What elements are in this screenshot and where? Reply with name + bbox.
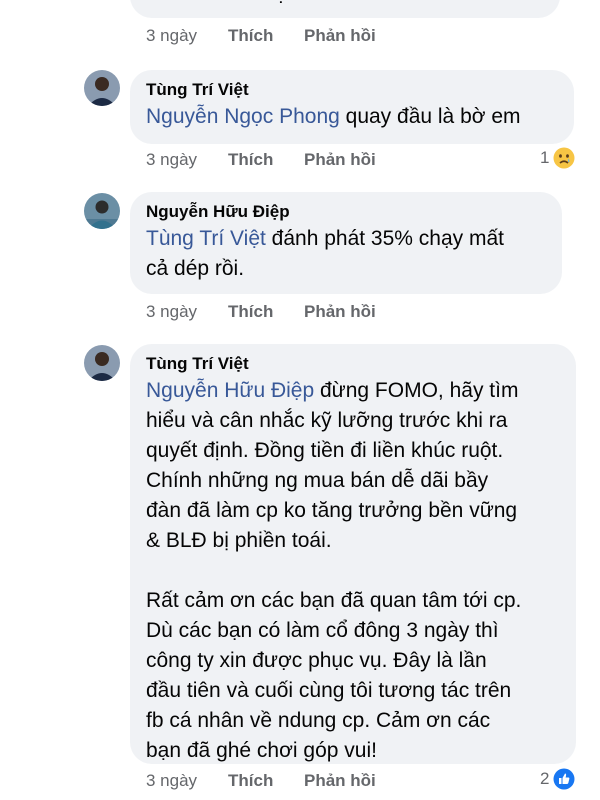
reply-button[interactable]: Phản hồi xyxy=(304,302,376,322)
comment-actions: 3 ngày Thích Phản hồi xyxy=(146,302,376,322)
like-button[interactable]: Thích xyxy=(228,771,304,791)
reply-button[interactable]: Phản hồi xyxy=(304,771,376,791)
avatar[interactable] xyxy=(84,345,120,381)
comment-bubble: em về bờ với ạ xyxy=(130,0,560,18)
sad-emoji-icon xyxy=(553,147,575,169)
like-reaction-icon xyxy=(553,768,575,790)
comment-actions: 3 ngày Thích Phản hồi xyxy=(146,771,376,791)
reaction-summary[interactable]: 2 xyxy=(540,768,575,790)
like-button[interactable]: Thích xyxy=(228,302,304,322)
timestamp[interactable]: 3 ngày xyxy=(146,302,228,322)
reaction-count: 2 xyxy=(540,769,550,788)
timestamp[interactable]: 3 ngày xyxy=(146,150,228,170)
comment-author[interactable]: Tùng Trí Việt xyxy=(146,354,560,374)
comment-bubble: Tùng Trí Việt Nguyễn Ngọc Phong quay đầu… xyxy=(130,70,574,144)
comment-bubble: Tùng Trí Việt Nguyễn Hữu Điệp đừng FOMO,… xyxy=(130,344,576,764)
reply-button[interactable]: Phản hồi xyxy=(304,150,376,170)
mention-link[interactable]: Nguyễn Ngọc Phong xyxy=(146,105,340,128)
like-button[interactable]: Thích xyxy=(228,26,304,46)
avatar[interactable] xyxy=(84,70,120,106)
comment-text: Tùng Trí Việt đánh phát 35% chạy mất cả … xyxy=(146,227,505,280)
reply-button[interactable]: Phản hồi xyxy=(304,26,376,46)
comment-text: Nguyễn Hữu Điệp đừng FOMO, hãy tìm hiểu … xyxy=(146,379,522,762)
like-button[interactable]: Thích xyxy=(228,150,304,170)
comment-actions: 3 ngày Thích Phản hồi xyxy=(146,150,376,170)
comment-text: Nguyễn Ngọc Phong quay đầu là bờ em xyxy=(146,105,521,128)
comment-bubble: Nguyễn Hữu Điệp Tùng Trí Việt đánh phát … xyxy=(130,192,562,294)
reaction-summary[interactable]: 1 xyxy=(540,147,575,169)
comment-author[interactable]: Nguyễn Hữu Điệp xyxy=(146,202,546,222)
timestamp[interactable]: 3 ngày xyxy=(146,26,228,46)
timestamp[interactable]: 3 ngày xyxy=(146,771,228,791)
comment-actions: 3 ngày Thích Phản hồi xyxy=(146,26,376,46)
mention-link[interactable]: Tùng Trí Việt xyxy=(146,227,266,250)
avatar[interactable] xyxy=(84,193,120,229)
comment-author[interactable]: Tùng Trí Việt xyxy=(146,80,558,100)
comment-text: em về bờ với ạ xyxy=(146,0,544,12)
reaction-count: 1 xyxy=(540,148,550,167)
mention-link[interactable]: Nguyễn Hữu Điệp xyxy=(146,379,314,402)
